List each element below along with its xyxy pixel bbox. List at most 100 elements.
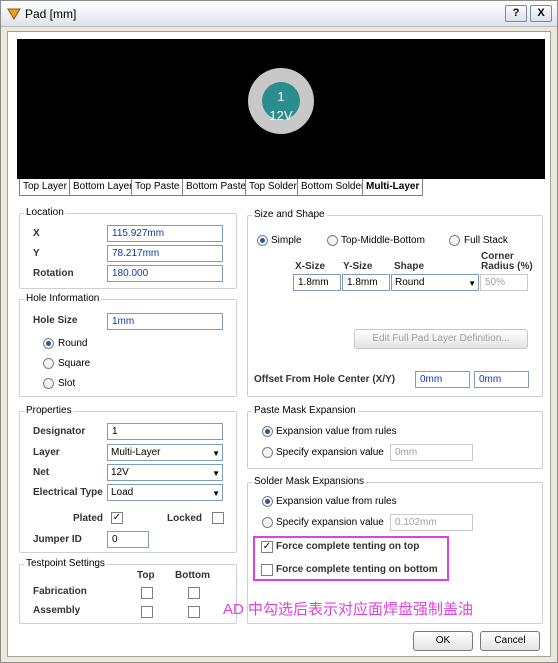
layer-value: Multi-Layer bbox=[111, 447, 161, 458]
tab-multi-layer[interactable]: Multi-Layer bbox=[362, 179, 424, 196]
hole-title: Hole Information bbox=[24, 293, 102, 304]
tab-top-solder[interactable]: Top Solder bbox=[245, 179, 301, 196]
paste-value-field[interactable]: 0mm bbox=[390, 444, 473, 461]
annotation-text: AD 中勾选后表示对应面焊盘强制盖油 bbox=[223, 601, 474, 618]
offset-x-field[interactable]: 0mm bbox=[415, 371, 470, 388]
paste-specify-label: Specify expansion value bbox=[276, 447, 384, 458]
ok-button[interactable]: OK bbox=[413, 631, 473, 651]
tab-bottom-paste[interactable]: Bottom Paste bbox=[182, 179, 251, 196]
paste-rules-label: Expansion value from rules bbox=[276, 426, 397, 437]
close-button[interactable]: X bbox=[530, 5, 552, 22]
solder-mask-title: Solder Mask Expansions bbox=[252, 476, 367, 487]
tent-bottom-checkbox[interactable] bbox=[261, 564, 273, 576]
xsize-field[interactable]: 1.8mm bbox=[293, 274, 341, 291]
electrical-type-value: Load bbox=[111, 487, 134, 498]
solder-rules-radio[interactable] bbox=[262, 496, 273, 507]
pad-net-label: 12V bbox=[269, 108, 293, 123]
shape-value: Round bbox=[395, 277, 425, 288]
size-shape-title: Size and Shape bbox=[252, 209, 327, 220]
jumper-label: Jumper ID bbox=[33, 534, 82, 545]
ysize-header: Y-Size bbox=[343, 261, 373, 272]
y-label: Y bbox=[33, 248, 40, 259]
x-field[interactable]: 115.927mm bbox=[107, 225, 223, 242]
pad-number-label: 1 bbox=[277, 89, 285, 104]
square-radio[interactable] bbox=[43, 358, 54, 369]
layer-select[interactable]: Multi-Layer ▼ bbox=[107, 444, 223, 461]
rotation-label: Rotation bbox=[33, 268, 74, 279]
hole-size-field[interactable]: 1mm bbox=[107, 313, 223, 330]
tent-top-checkbox[interactable]: ✓ bbox=[261, 541, 273, 553]
full-stack-label: Full Stack bbox=[464, 235, 508, 246]
pad-app-icon bbox=[7, 8, 21, 20]
tab-top-paste[interactable]: Top Paste bbox=[131, 179, 184, 196]
chevron-down-icon: ▼ bbox=[212, 489, 220, 498]
round-label: Round bbox=[58, 338, 88, 349]
plated-label: Plated bbox=[73, 513, 104, 524]
tab-bottom-layer[interactable]: Bottom Layer bbox=[69, 179, 137, 196]
shape-header: Shape bbox=[394, 261, 425, 272]
fabrication-top-checkbox[interactable] bbox=[141, 587, 153, 599]
net-label: Net bbox=[33, 467, 50, 478]
chevron-down-icon: ▼ bbox=[212, 449, 220, 458]
electrical-type-select[interactable]: Load ▼ bbox=[107, 484, 223, 501]
corner-radius-field[interactable]: 50% bbox=[480, 274, 528, 291]
tab-bottom-solder[interactable]: Bottom Solder bbox=[297, 179, 369, 196]
net-select[interactable]: 12V ▼ bbox=[107, 464, 223, 481]
help-button[interactable]: ? bbox=[505, 5, 527, 22]
paste-specify-radio[interactable] bbox=[262, 447, 273, 458]
solder-value-field[interactable]: 0.102mm bbox=[390, 514, 473, 531]
chevron-down-icon: ▼ bbox=[212, 469, 220, 478]
testpoint-bottom-header: Bottom bbox=[175, 570, 210, 581]
tab-top-layer[interactable]: Top Layer bbox=[19, 179, 71, 196]
x-label: X bbox=[33, 228, 40, 239]
shape-select[interactable]: Round ▼ bbox=[391, 274, 479, 291]
y-field[interactable]: 78.217mm bbox=[107, 245, 223, 262]
paste-mask-title: Paste Mask Expansion bbox=[252, 405, 358, 416]
solder-rules-label: Expansion value from rules bbox=[276, 496, 397, 507]
fabrication-label: Fabrication bbox=[33, 586, 87, 597]
offset-label: Offset From Hole Center (X/Y) bbox=[254, 374, 396, 385]
layer-label: Layer bbox=[33, 447, 60, 458]
chevron-down-icon: ▼ bbox=[468, 279, 476, 288]
fabrication-bottom-checkbox[interactable] bbox=[188, 587, 200, 599]
tmb-label: Top-Middle-Bottom bbox=[341, 235, 425, 246]
assembly-label: Assembly bbox=[33, 605, 81, 616]
assembly-bottom-checkbox[interactable] bbox=[188, 606, 200, 618]
xsize-header: X-Size bbox=[295, 261, 326, 272]
full-stack-radio[interactable] bbox=[449, 235, 460, 246]
ysize-field[interactable]: 1.8mm bbox=[342, 274, 390, 291]
slot-radio[interactable] bbox=[43, 378, 54, 389]
paste-rules-radio[interactable] bbox=[262, 426, 273, 437]
tent-bottom-label: Force complete tenting on bottom bbox=[276, 564, 438, 575]
electrical-type-label: Electrical Type bbox=[33, 487, 103, 498]
plated-checkbox[interactable]: ✓ bbox=[111, 512, 123, 524]
assembly-top-checkbox[interactable] bbox=[141, 606, 153, 618]
simple-radio[interactable] bbox=[257, 235, 268, 246]
locked-label: Locked bbox=[167, 513, 203, 524]
corner-header-2: Radius (%) bbox=[481, 261, 533, 272]
testpoint-top-header: Top bbox=[137, 570, 155, 581]
solder-specify-radio[interactable] bbox=[262, 517, 273, 528]
location-title: Location bbox=[24, 207, 66, 218]
solder-specify-label: Specify expansion value bbox=[276, 517, 384, 528]
jumper-field[interactable]: 0 bbox=[107, 531, 149, 548]
testpoint-title: Testpoint Settings bbox=[24, 558, 107, 569]
tent-top-label: Force complete tenting on top bbox=[276, 541, 420, 552]
slot-label: Slot bbox=[58, 378, 76, 389]
title-bar: Pad [mm] ? X bbox=[1, 1, 557, 27]
square-label: Square bbox=[58, 358, 91, 369]
pad-dialog: Pad [mm] ? X 1 12V Top Layer Bottom Laye… bbox=[0, 0, 558, 663]
properties-title: Properties bbox=[24, 405, 74, 416]
cancel-button[interactable]: Cancel bbox=[480, 631, 540, 651]
tmb-radio[interactable] bbox=[327, 235, 338, 246]
simple-label: Simple bbox=[271, 235, 302, 246]
locked-checkbox[interactable] bbox=[212, 512, 224, 524]
designator-label: Designator bbox=[33, 426, 86, 437]
net-value: 12V bbox=[111, 467, 129, 478]
designator-field[interactable]: 1 bbox=[107, 423, 223, 440]
rotation-field[interactable]: 180.000 bbox=[107, 265, 223, 282]
offset-y-field[interactable]: 0mm bbox=[474, 371, 529, 388]
edit-full-pad-button[interactable]: Edit Full Pad Layer Definition... bbox=[354, 329, 528, 349]
window-title: Pad [mm] bbox=[25, 7, 77, 21]
round-radio[interactable] bbox=[43, 338, 54, 349]
